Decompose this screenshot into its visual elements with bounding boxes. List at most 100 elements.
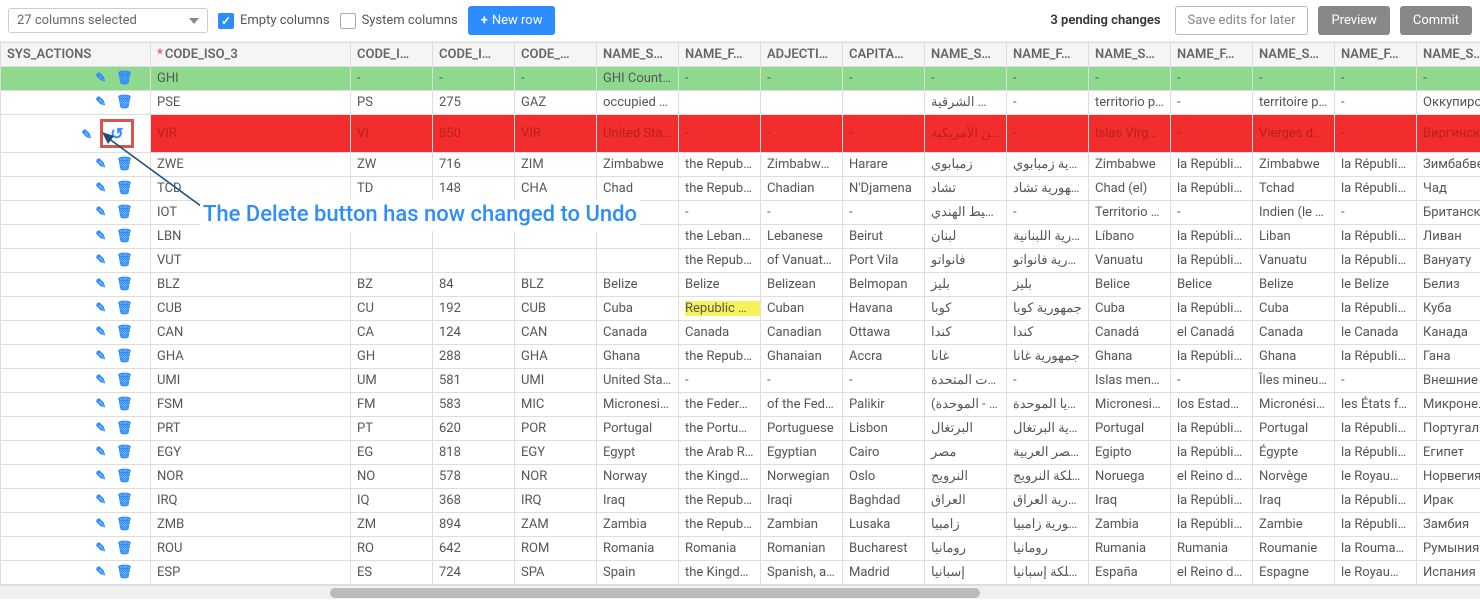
cell[interactable]: 642 <box>433 537 515 561</box>
cell[interactable]: زمبابوي <box>925 153 1007 177</box>
cell[interactable]: الجمهورية اللبنانية <box>1007 225 1089 249</box>
table-row[interactable]: ✎ 🗑PSEPS275GAZoccupied Palفيها القدس الش… <box>1 91 1480 115</box>
cell[interactable]: مصر <box>925 441 1007 465</box>
cell[interactable]: - <box>679 67 761 91</box>
edit-icon[interactable]: ✎ <box>93 301 109 316</box>
edit-icon[interactable]: ✎ <box>93 421 109 436</box>
cell[interactable]: Portugal <box>597 417 679 441</box>
cell[interactable]: - <box>433 67 515 91</box>
delete-icon[interactable]: 🗑 <box>116 229 132 244</box>
cell[interactable]: - <box>515 67 597 91</box>
cell[interactable]: IQ <box>351 489 433 513</box>
preview-button[interactable]: Preview <box>1318 6 1389 35</box>
cell[interactable]: GHA <box>515 345 597 369</box>
cell[interactable] <box>515 201 597 225</box>
table-row[interactable]: ✎ 🗑CANCA124CANCanadaCanadaCanadianOttawa… <box>1 321 1480 345</box>
cell[interactable]: العراق <box>925 489 1007 513</box>
cell[interactable]: Madrid <box>843 561 925 585</box>
cell[interactable]: 724 <box>433 561 515 585</box>
cell[interactable]: Oslo <box>843 465 925 489</box>
cell[interactable]: LBN <box>151 225 351 249</box>
cell[interactable]: جمهورية كوبا <box>1007 297 1089 321</box>
cell[interactable]: Ghana <box>597 345 679 369</box>
cell[interactable]: Belmopan <box>843 273 925 297</box>
cell[interactable]: ESP <box>151 561 351 585</box>
delete-icon[interactable]: 🗑 <box>116 565 132 580</box>
cell[interactable]: Noruega <box>1089 465 1171 489</box>
cell[interactable]: Vanuatu <box>1253 249 1335 273</box>
table-row[interactable]: ✎ 🗑ROURO642ROMRomaniaRomaniaRomanianBuch… <box>1 537 1480 561</box>
table-row[interactable]: ✎ ↺VIRVI850VIRUnited States---جزر فرجن ا… <box>1 115 1480 153</box>
cell[interactable]: Канада <box>1417 321 1480 345</box>
edit-icon[interactable]: ✎ <box>93 277 109 292</box>
cell[interactable]: 578 <box>433 465 515 489</box>
cell[interactable]: Micronesia (E <box>1089 393 1171 417</box>
edit-icon[interactable]: ✎ <box>93 541 109 556</box>
cell[interactable]: the Lebanese <box>679 225 761 249</box>
cell[interactable]: - <box>1089 67 1171 91</box>
table-row[interactable]: ✎ 🗑GHAGH288GHAGhanathe RepublicGhanaianA… <box>1 345 1480 369</box>
cell[interactable]: - <box>1335 115 1417 153</box>
cell[interactable] <box>597 201 679 225</box>
cell[interactable]: Ghanaian <box>761 345 843 369</box>
table-row[interactable]: ✎ 🗑FSMFM583MICMicronesia (Fthe Federated… <box>1 393 1480 417</box>
cell[interactable]: Zimbabwe <box>1089 153 1171 177</box>
cell[interactable]: 84 <box>433 273 515 297</box>
cell[interactable]: بليز <box>1007 273 1089 297</box>
edit-icon[interactable]: ✎ <box>93 229 109 244</box>
cell[interactable]: 148 <box>433 177 515 201</box>
table-row[interactable]: ✎ 🗑IOT---في المحيط الهندي-Territorio Bri… <box>1 201 1480 225</box>
cell[interactable]: Испания <box>1417 561 1480 585</box>
cell[interactable]: - <box>1335 369 1417 393</box>
delete-icon[interactable]: 🗑 <box>116 325 132 340</box>
edit-icon[interactable]: ✎ <box>93 181 109 196</box>
cell[interactable]: GH <box>351 345 433 369</box>
edit-icon[interactable]: ✎ <box>93 517 109 532</box>
cell[interactable]: MIC <box>515 393 597 417</box>
cell[interactable]: 894 <box>433 513 515 537</box>
column-header[interactable]: NAME_S… <box>597 43 679 67</box>
cell[interactable]: Ghana <box>1253 345 1335 369</box>
cell[interactable]: le Royaume d <box>1335 561 1417 585</box>
cell[interactable]: جزر فرجن الأمريكية <box>925 115 1007 153</box>
cell[interactable]: Belize <box>597 273 679 297</box>
cell[interactable]: Canada <box>597 321 679 345</box>
cell[interactable]: Líbano <box>1089 225 1171 249</box>
cell[interactable]: Egypt <box>597 441 679 465</box>
cell[interactable]: ZWE <box>151 153 351 177</box>
column-header[interactable]: NAME_S… <box>925 43 1007 67</box>
cell[interactable]: la République <box>1335 513 1417 537</box>
cell[interactable]: - <box>1417 67 1480 91</box>
table-row[interactable]: ✎ 🗑UMIUM581UMIUnited States---للولايات ا… <box>1 369 1480 393</box>
cell[interactable]: - <box>351 67 433 91</box>
cell[interactable]: IOT <box>151 201 351 225</box>
cell[interactable]: la République <box>1335 153 1417 177</box>
cell[interactable]: Canada <box>679 321 761 345</box>
cell[interactable] <box>433 225 515 249</box>
cell[interactable]: Republic of C <box>679 297 761 321</box>
column-header[interactable]: NAME_F… <box>1007 43 1089 67</box>
cell[interactable]: Espagne <box>1253 561 1335 585</box>
delete-icon[interactable]: 🗑 <box>116 157 132 172</box>
cell[interactable]: UM <box>351 369 433 393</box>
cell[interactable]: CHA <box>515 177 597 201</box>
cell[interactable]: le Canada <box>1335 321 1417 345</box>
cell[interactable]: Zambia <box>597 513 679 537</box>
cell[interactable]: - <box>679 201 761 225</box>
cell[interactable]: Norwegian <box>761 465 843 489</box>
cell[interactable]: Belizean <box>761 273 843 297</box>
cell[interactable]: - <box>1171 115 1253 153</box>
cell[interactable]: IRQ <box>151 489 351 513</box>
cell[interactable]: Micronesia (F <box>597 393 679 417</box>
delete-icon[interactable]: 🗑 <box>116 95 132 110</box>
cell[interactable]: PT <box>351 417 433 441</box>
cell[interactable]: كوبا <box>925 297 1007 321</box>
cell[interactable]: غانا <box>925 345 1007 369</box>
cell[interactable]: territoire pale <box>1253 91 1335 115</box>
cell[interactable]: مملكة إسبانيا <box>1007 561 1089 585</box>
cell[interactable]: Chad <box>597 177 679 201</box>
cell[interactable]: Ирак <box>1417 489 1480 513</box>
column-header[interactable]: NAME_F… <box>679 43 761 67</box>
cell[interactable]: TCD <box>151 177 351 201</box>
cell[interactable]: - <box>843 67 925 91</box>
